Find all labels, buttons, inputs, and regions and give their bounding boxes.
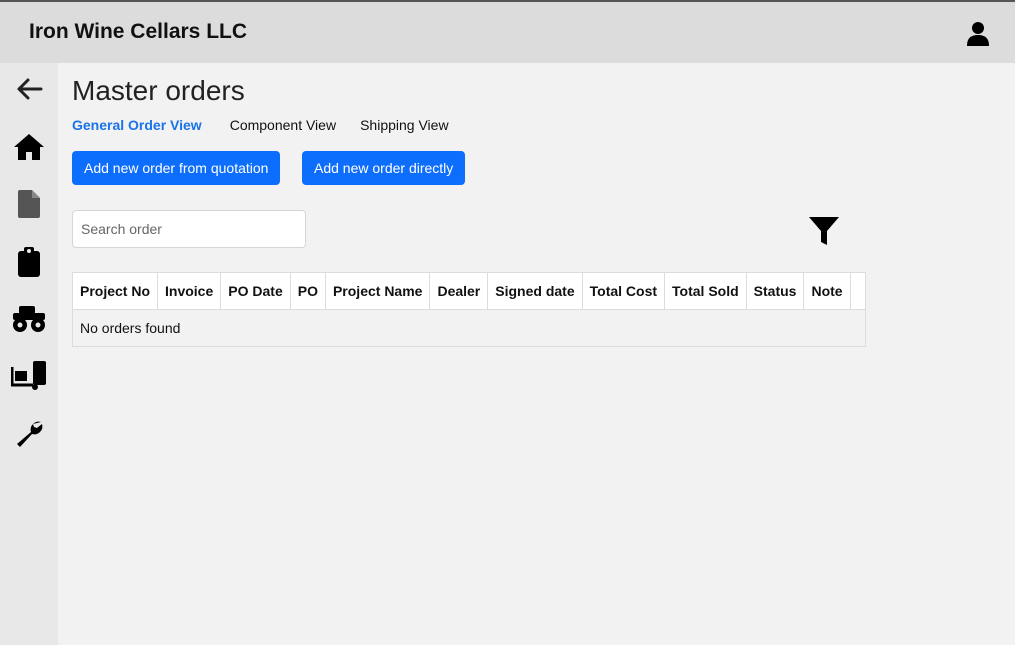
monster-truck-icon[interactable] bbox=[10, 300, 48, 338]
column-header-project-no[interactable]: Project No bbox=[71, 272, 159, 310]
column-header-actions bbox=[849, 272, 866, 310]
wrench-icon[interactable] bbox=[10, 415, 48, 453]
column-header-status[interactable]: Status bbox=[745, 272, 805, 310]
back-arrow-icon[interactable] bbox=[10, 70, 48, 108]
company-name: Iron Wine Cellars LLC bbox=[29, 20, 248, 43]
empty-table-message: No orders found bbox=[72, 309, 866, 347]
user-icon[interactable] bbox=[966, 21, 990, 47]
page-title: Master orders bbox=[72, 75, 245, 106]
tab-component-view[interactable]: Component View bbox=[230, 117, 336, 133]
tab-shipping-view[interactable]: Shipping View bbox=[360, 117, 448, 133]
home-icon[interactable] bbox=[10, 128, 48, 166]
table-header-row: Project No Invoice PO Date PO Project Na… bbox=[71, 272, 866, 310]
search-input[interactable] bbox=[72, 210, 306, 248]
column-header-project-name[interactable]: Project Name bbox=[324, 272, 431, 310]
dolly-icon[interactable] bbox=[10, 357, 48, 395]
column-header-note[interactable]: Note bbox=[803, 272, 851, 310]
column-header-po-date[interactable]: PO Date bbox=[220, 272, 291, 310]
column-header-signed-date[interactable]: Signed date bbox=[487, 272, 583, 310]
sidebar bbox=[0, 63, 58, 645]
add-order-from-quotation-button[interactable]: Add new order from quotation bbox=[72, 151, 281, 185]
column-header-invoice[interactable]: Invoice bbox=[157, 272, 222, 310]
top-bar: Iron Wine Cellars LLC bbox=[0, 0, 1015, 63]
column-header-po[interactable]: PO bbox=[289, 272, 326, 310]
view-tabs: General Order View Component View Shipping… bbox=[72, 117, 473, 135]
clipboard-icon[interactable] bbox=[10, 243, 48, 281]
column-header-total-cost[interactable]: Total Cost bbox=[581, 272, 666, 310]
tab-general-order-view[interactable]: General Order View bbox=[72, 117, 202, 133]
orders-table: Project No Invoice PO Date PO Project Na… bbox=[71, 272, 866, 347]
column-header-dealer[interactable]: Dealer bbox=[429, 272, 489, 310]
column-header-total-sold[interactable]: Total Sold bbox=[664, 272, 747, 310]
table-row: No orders found bbox=[72, 309, 866, 347]
document-icon[interactable] bbox=[10, 185, 48, 223]
add-order-directly-button[interactable]: Add new order directly bbox=[302, 151, 466, 185]
filter-icon[interactable] bbox=[809, 215, 839, 247]
